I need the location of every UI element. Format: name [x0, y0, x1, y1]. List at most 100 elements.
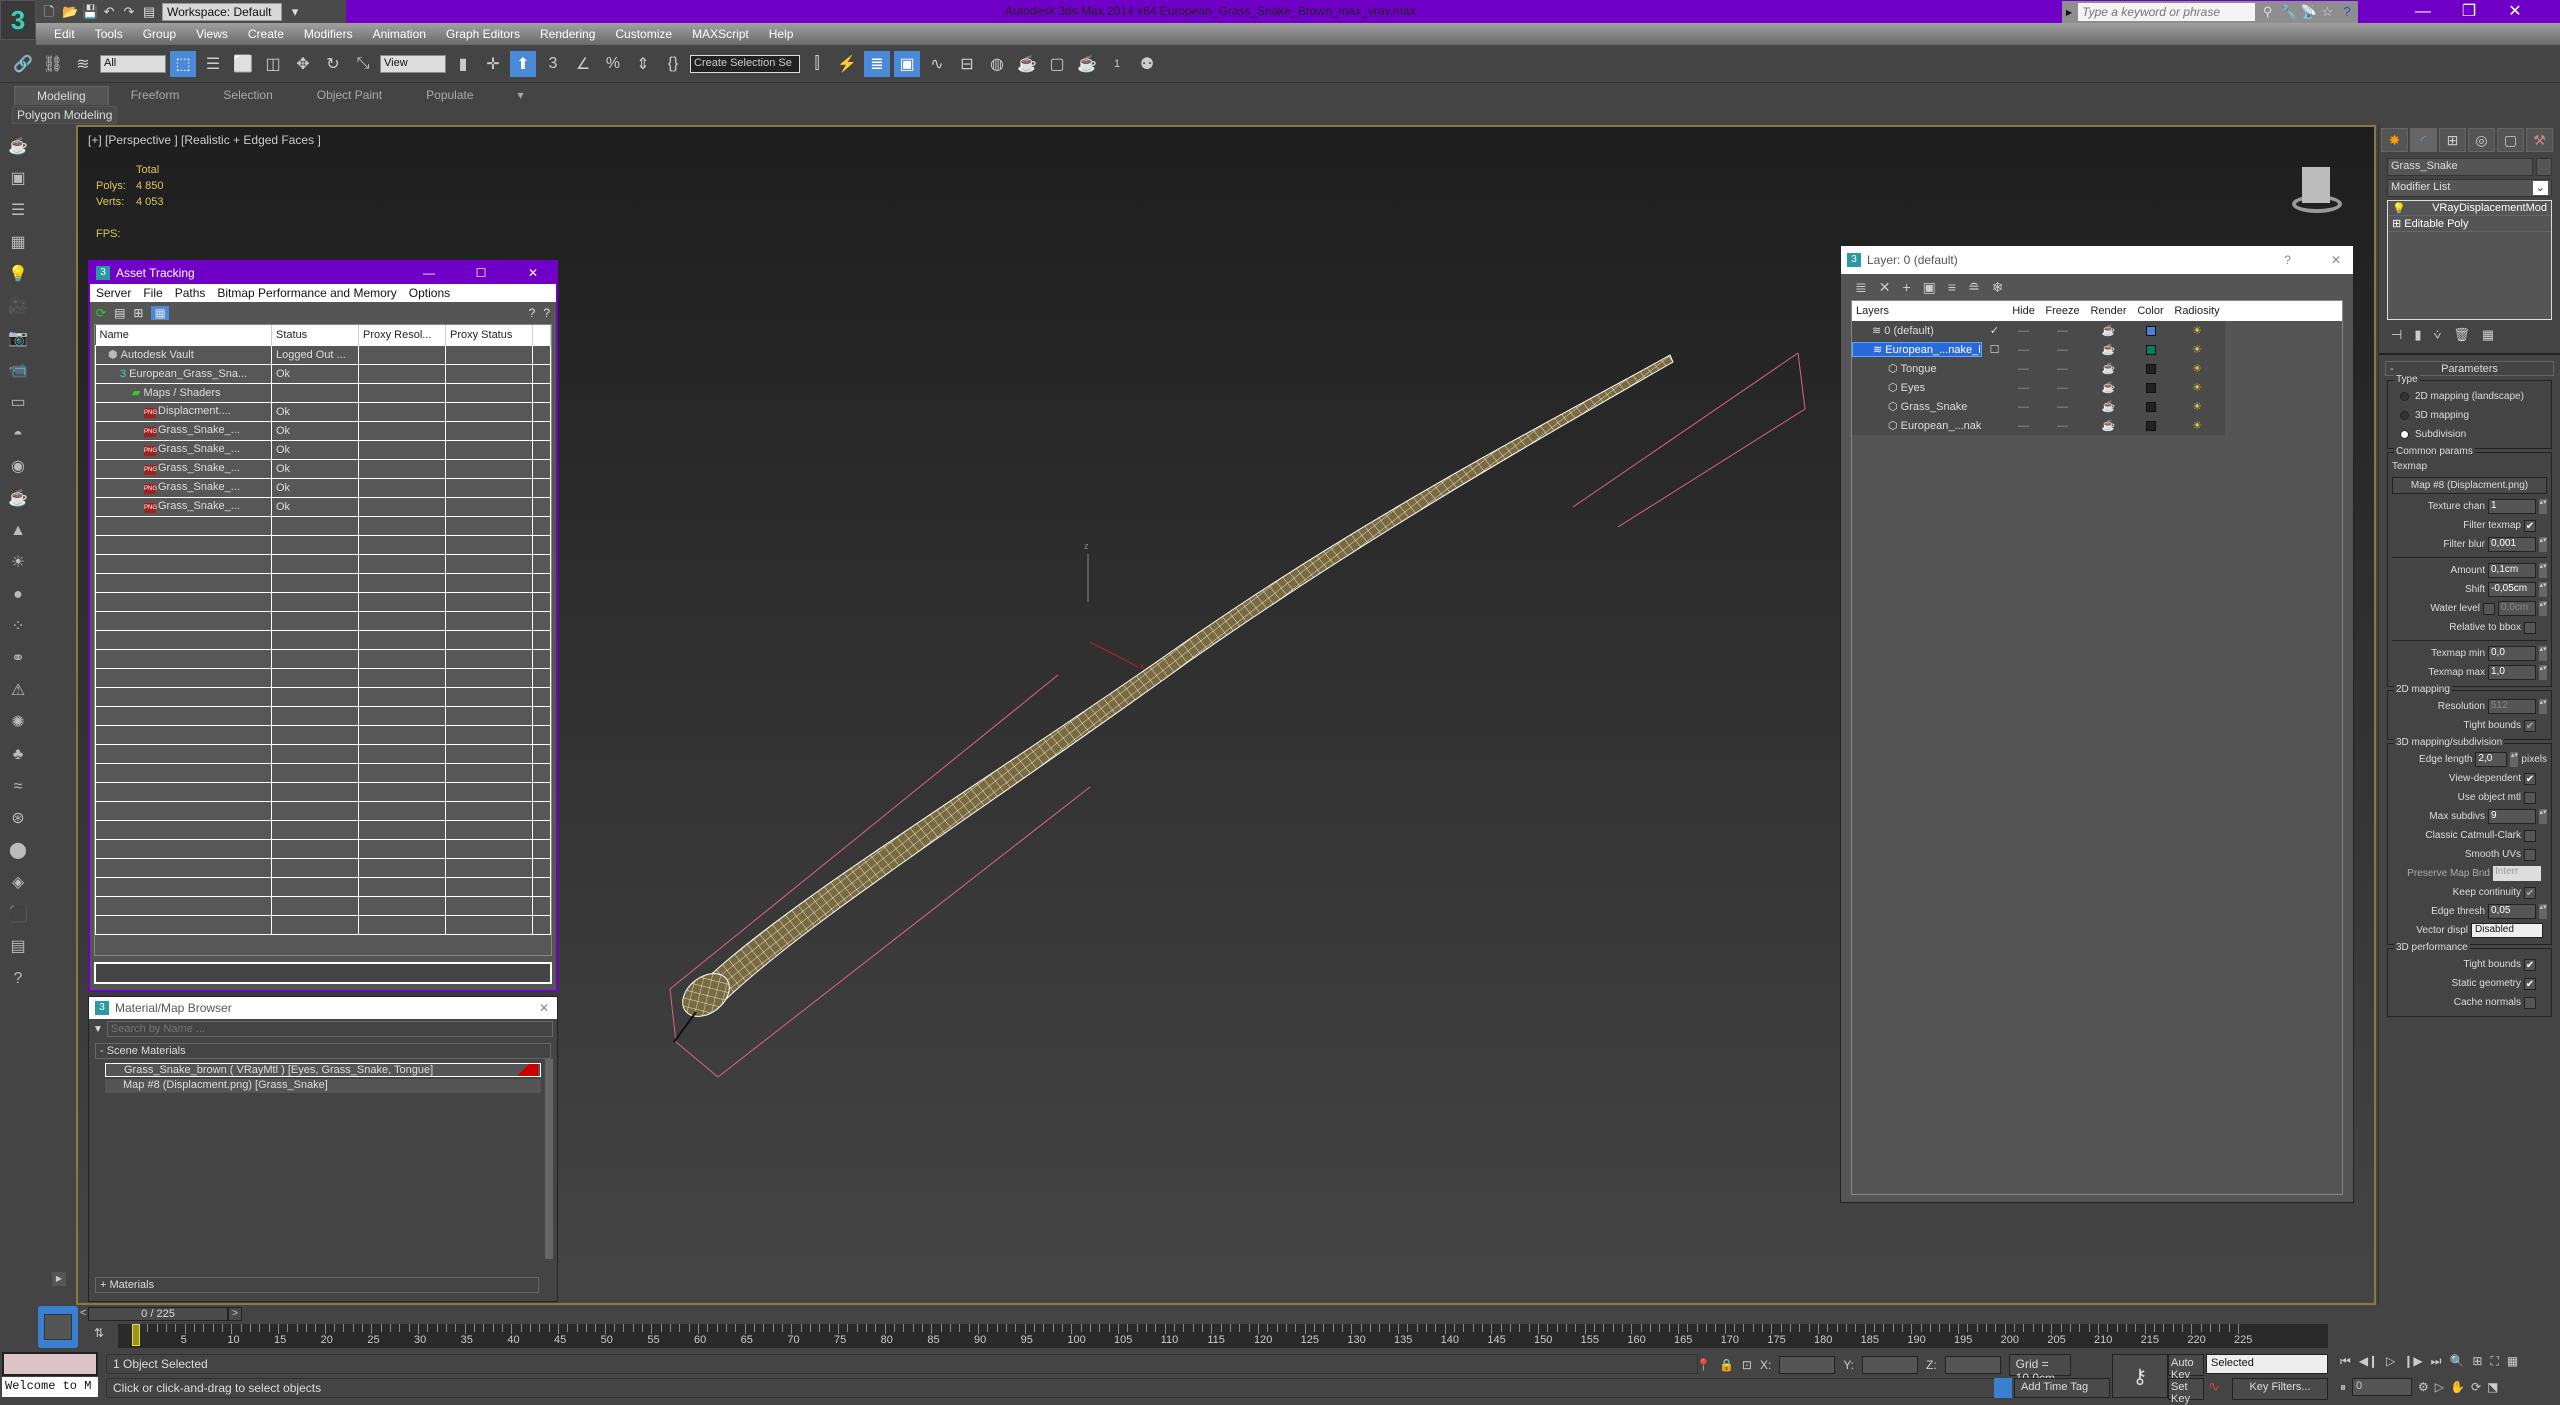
spinner-icon[interactable]: ▴▾: [2539, 601, 2547, 616]
radiosity-icon[interactable]: ☀: [2169, 324, 2225, 337]
key-filters-button[interactable]: Key Filters...: [2232, 1378, 2328, 1400]
asset-row[interactable]: PNGGrass_Snake_... Ok: [95, 477, 551, 498]
key-mode-toggle-icon[interactable]: ⏸: [2340, 1380, 2346, 1395]
tab-populate[interactable]: Populate: [404, 86, 495, 104]
orbit-icon[interactable]: ⟳: [2471, 1380, 2481, 1394]
track-bar[interactable]: 0510152025303540455055606570758085909510…: [118, 1324, 2328, 1348]
align-icon[interactable]: ⚡: [834, 51, 860, 77]
vray-proxy-icon[interactable]: ⁘: [7, 614, 29, 640]
stack-item-vraydisplacement[interactable]: 💡 VRayDisplacementMod: [2388, 201, 2551, 216]
help-icon[interactable]: ?: [2340, 5, 2354, 19]
tab-modeling[interactable]: Modeling: [14, 85, 109, 105]
absolute-mode-icon[interactable]: ⊡: [1742, 1358, 1752, 1372]
physical-camera-icon[interactable]: 📹: [7, 358, 29, 384]
spinner-icon[interactable]: ▴▾: [2539, 665, 2547, 680]
pan-icon[interactable]: ✋: [2450, 1380, 2465, 1394]
hide-all-icon[interactable]: ≘: [1968, 279, 1980, 296]
spinner-icon[interactable]: ▴▾: [2539, 646, 2547, 661]
scale-icon[interactable]: ⤡: [350, 51, 376, 77]
zoom-all-icon[interactable]: ⊞: [2472, 1354, 2482, 1369]
radiosity-icon[interactable]: ☀: [2169, 343, 2225, 356]
max-subdivs-input[interactable]: 9: [2488, 809, 2536, 824]
asset-tracking-icon[interactable]: ▣: [894, 50, 920, 77]
remove-modifier-icon[interactable]: 🗑: [2453, 327, 2470, 343]
cache-normals-checkbox[interactable]: [2524, 996, 2536, 1009]
maximize-icon[interactable]: ☐: [458, 266, 504, 280]
layer-color-cell[interactable]: [2132, 325, 2169, 336]
select-object-icon[interactable]: ⬚: [170, 50, 196, 77]
spinner-icon[interactable]: ▴▾: [2539, 809, 2547, 824]
unlink-icon[interactable]: ⛓: [40, 51, 66, 77]
preserve-map-dropdown[interactable]: Interr: [2493, 866, 2541, 881]
camera-icon[interactable]: 🎥: [7, 294, 29, 320]
make-unique-icon[interactable]: ⩒: [2433, 327, 2441, 343]
radiosity-icon[interactable]: ☀: [2169, 362, 2225, 375]
angle-snap-icon[interactable]: ∠: [570, 51, 596, 77]
radiosity-icon[interactable]: ☀: [2169, 400, 2225, 413]
hide-toggle[interactable]: —: [2007, 363, 2040, 375]
select-manipulate-icon[interactable]: ✛: [480, 51, 506, 77]
hair-fur-icon[interactable]: ≈: [7, 774, 29, 800]
list-view-icon[interactable]: ▤: [114, 306, 125, 320]
keyboard-shortcut-override-icon[interactable]: ⬆: [510, 50, 536, 77]
asset-row[interactable]: 3 European_Grass_Sna... Ok: [95, 363, 551, 384]
selection-filter-dropdown[interactable]: All: [100, 54, 166, 73]
new-file-icon[interactable]: 🗋: [42, 4, 56, 19]
snaps-toggle-icon[interactable]: 3: [540, 51, 566, 77]
layer-color-cell[interactable]: [2132, 401, 2169, 412]
render-toggle[interactable]: ☕: [2085, 381, 2132, 394]
menu-file[interactable]: File: [143, 286, 162, 300]
radio-2d-mapping[interactable]: 2D mapping (landscape): [2392, 387, 2547, 406]
teapot-icon[interactable]: ☕: [7, 134, 29, 160]
map-item[interactable]: Map #8 (Displacment.png) [Grass_Snake]: [105, 1079, 541, 1093]
sphere-primitive-icon[interactable]: ⬤: [7, 838, 29, 864]
asset-tracking-titlebar[interactable]: 3 Asset Tracking — ☐ ✕: [90, 262, 556, 284]
freeze-toggle[interactable]: —: [2040, 420, 2085, 432]
zoom-extents-all-icon[interactable]: ▦: [2507, 1354, 2518, 1369]
col-radiosity[interactable]: Radiosity: [2169, 305, 2225, 317]
menu-options[interactable]: Options: [409, 286, 450, 300]
layer-name-cell[interactable]: ≋ 0 (default): [1852, 324, 1982, 337]
curve-editor-icon[interactable]: ∿: [924, 51, 950, 77]
layer-row[interactable]: ⬡ Eyes — — ☕ ☀: [1852, 378, 2225, 397]
col-name[interactable]: Name: [95, 325, 272, 345]
browser-options-icon[interactable]: ▼: [93, 1024, 103, 1035]
spinner-icon[interactable]: ▴▾: [2539, 699, 2547, 714]
redo-icon[interactable]: ↷: [122, 4, 136, 19]
render-production-icon[interactable]: ☕: [1074, 51, 1100, 77]
layer-name-cell[interactable]: ≋ European_...nake_l: [1852, 342, 1982, 357]
menu-graph-editors[interactable]: Graph Editors: [446, 27, 520, 41]
render-toggle[interactable]: ☕: [2085, 400, 2132, 413]
spinner-icon[interactable]: ▴▾: [2539, 904, 2547, 919]
customize-dropdown-icon[interactable]: ▾: [288, 4, 302, 19]
asset-name-cell[interactable]: ⬢ Autodesk Vault: [95, 344, 272, 365]
menu-bitmap-performance[interactable]: Bitmap Performance and Memory: [217, 286, 396, 300]
help-query-alt-icon[interactable]: ?: [543, 306, 550, 320]
material-browser-titlebar[interactable]: 3 Material/Map Browser ✕: [89, 997, 557, 1019]
shift-input[interactable]: -0,05cm: [2488, 582, 2536, 597]
spinner-icon[interactable]: ▴▾: [2539, 582, 2547, 597]
modify-tab-icon[interactable]: ◜: [2410, 128, 2437, 152]
material-editor-icon[interactable]: ◍: [984, 51, 1010, 77]
vray-fur-icon[interactable]: ✺: [7, 710, 29, 736]
col-proxy-resolution[interactable]: Proxy Resol...: [358, 325, 446, 345]
layer-dialog-titlebar[interactable]: 3 Layer: 0 (default) ? ✕: [1841, 246, 2353, 274]
render-window-icon[interactable]: ▣: [7, 166, 29, 192]
display-tab-icon[interactable]: ▢: [2497, 128, 2524, 152]
water-level-checkbox[interactable]: [2483, 602, 2495, 615]
use-object-mtl-checkbox[interactable]: [2524, 791, 2536, 804]
active-layer-toggle[interactable]: ☐: [1982, 343, 2007, 356]
asset-name-cell[interactable]: PNGGrass_Snake_...: [95, 439, 272, 460]
freeze-toggle[interactable]: —: [2040, 363, 2085, 375]
project-folder-icon[interactable]: ▤: [142, 4, 156, 19]
create-tab-icon[interactable]: ✸: [2381, 128, 2408, 152]
help-circle-icon[interactable]: ?: [7, 966, 29, 992]
prev-frame-icon[interactable]: ◀❙: [2359, 1354, 2378, 1369]
asset-row[interactable]: ▰ Maps / Shaders: [95, 382, 551, 403]
metaball-icon[interactable]: ⚭: [7, 646, 29, 672]
rotate-icon[interactable]: ↻: [320, 51, 346, 77]
delete-layer-icon[interactable]: ✕: [1879, 279, 1891, 296]
lightbulb-icon[interactable]: 💡: [2392, 202, 2406, 215]
tree-view-icon[interactable]: ⊞: [133, 306, 143, 320]
freeze-toggle[interactable]: —: [2040, 401, 2085, 413]
